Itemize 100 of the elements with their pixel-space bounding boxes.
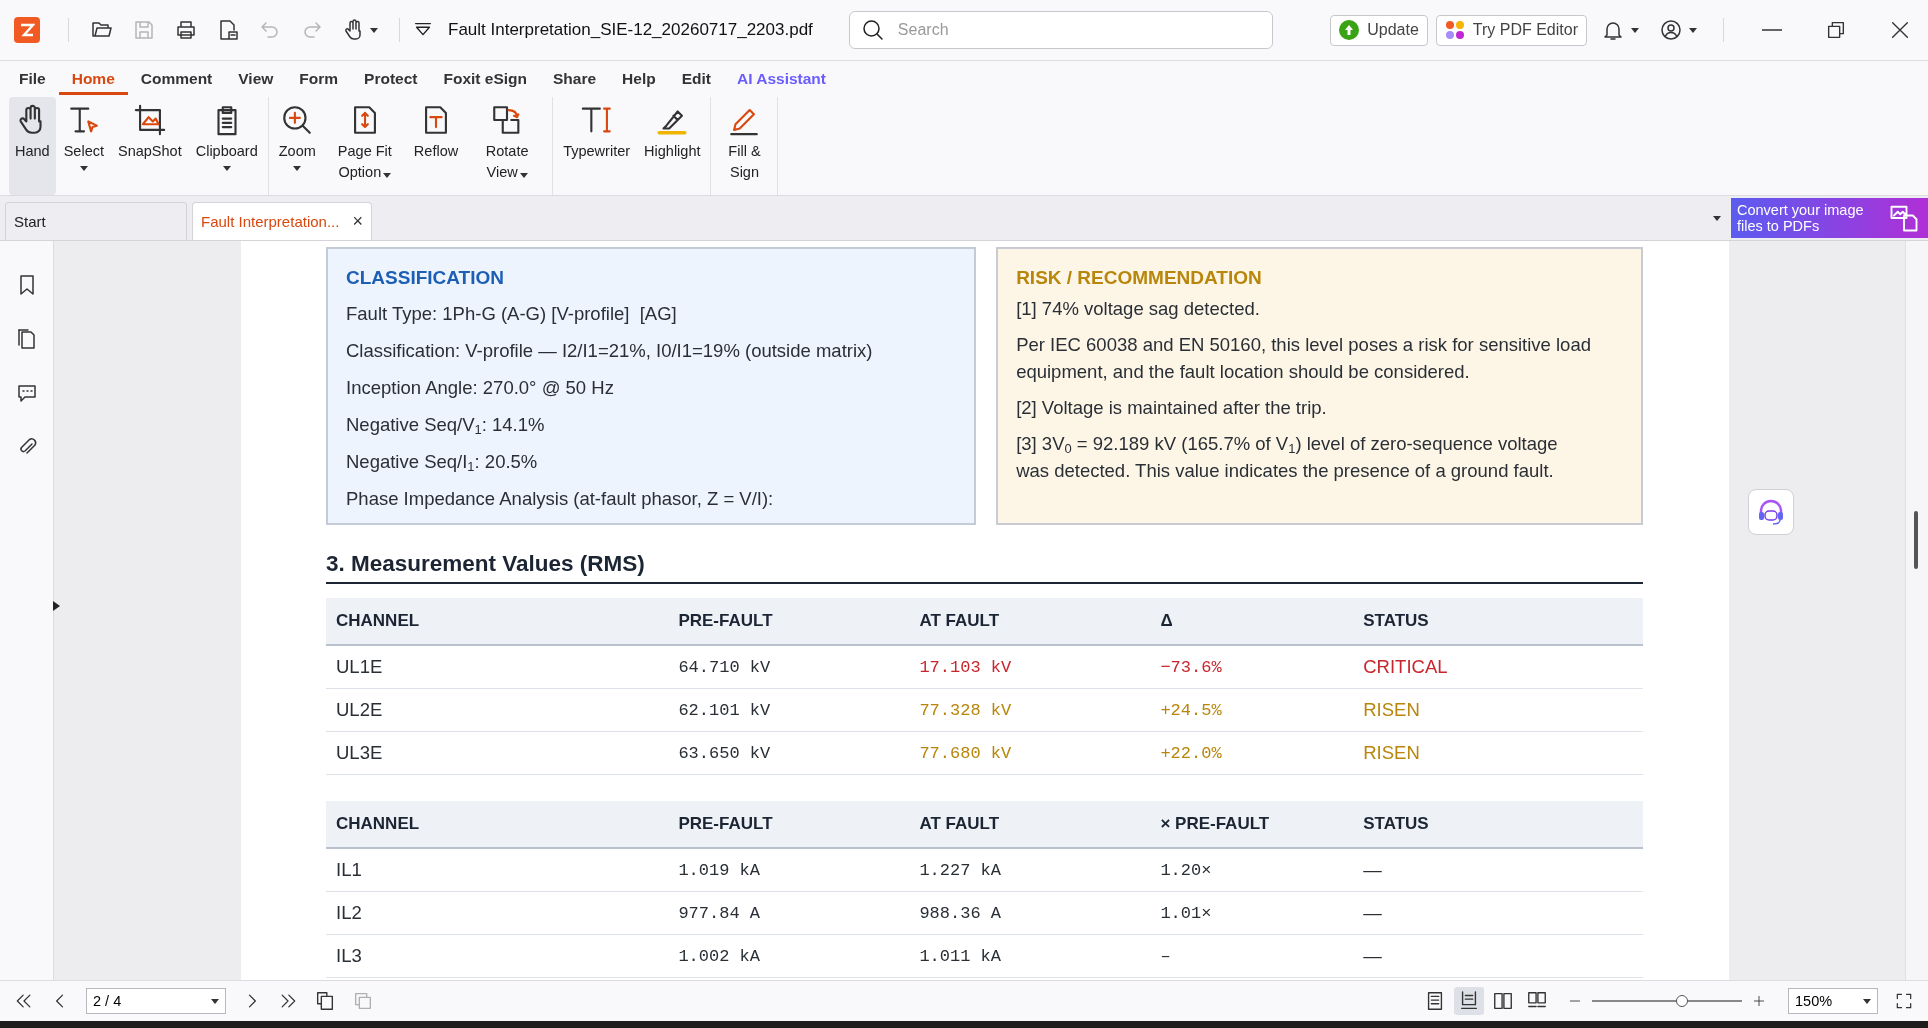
table-cell: RISEN [1353, 731, 1643, 775]
document-tab[interactable]: Fault Interpretation... × [192, 202, 372, 240]
recommendation-text: [3] 3V$_{0}$ = 92.189 kV (165.7% of V$_{1}$) level of zero-sequence voltage was detected. This value indicates the presence of a ground fault. [1016, 432, 1559, 483]
tiles-icon [1444, 20, 1465, 40]
table-cell: — [1353, 891, 1643, 935]
menu-tab[interactable]: Edit [668, 63, 724, 95]
print-icon [174, 18, 198, 42]
snapshot-icon [132, 103, 167, 137]
table-cell: CRITICAL [1353, 645, 1643, 689]
app-logo-icon[interactable] [14, 17, 40, 43]
menu-tab[interactable]: Help [609, 63, 669, 95]
menu-tab[interactable]: Form [286, 63, 352, 95]
section-heading: 3. Measurement Values (RMS) [326, 551, 1643, 584]
fullscreen-icon [1894, 991, 1914, 1011]
panel-title: RISK / RECOMMENDATION [1016, 267, 1263, 289]
classification-line: Inception Angle: 270.0° @ 50 Hz [346, 376, 615, 400]
restore-icon [1825, 19, 1847, 41]
menu-tab[interactable]: Protect [351, 63, 431, 95]
menu-tab[interactable]: View [225, 63, 287, 95]
table-cell: 62.101 kV [668, 688, 910, 732]
search-icon [860, 18, 885, 42]
view-mode-button[interactable] [1454, 987, 1484, 1015]
table-cell: −73.6% [1150, 645, 1354, 689]
table-cell: 1.011 kA [909, 934, 1151, 978]
menu-tab[interactable]: Share [540, 63, 610, 95]
menu-tab[interactable]: Home [58, 63, 128, 95]
plus-icon [1752, 994, 1766, 1008]
ribbon-button[interactable]: Select [57, 97, 110, 195]
column-header: PRE-FAULT [668, 598, 910, 645]
column-header: AT FAULT [909, 801, 1151, 848]
classification-line: Negative Seq/I$_{1}$: 20.5% [346, 450, 539, 477]
recommendation-text: Per IEC 60038 and EN 50160, this level poses a risk for sensitive load equipment, and the fault location should be considered. [1016, 333, 1592, 384]
column-header: PRE-FAULT [668, 801, 910, 848]
pages-icon [352, 990, 374, 1012]
ribbon-button[interactable]: Reflow [407, 97, 465, 195]
menu-tab[interactable]: AI Assistant [724, 63, 839, 95]
table-cell: UL1E [326, 645, 669, 689]
promo-banner[interactable]: Convert your image files to PDFs [1731, 198, 1928, 238]
menu-tab[interactable]: Comment [127, 63, 226, 95]
classification-line: Phase Impedance Analysis (at-fault phasor, Z = V/I): [346, 487, 775, 511]
caret-icon [211, 999, 219, 1004]
column-header: AT FAULT [909, 598, 1151, 645]
document-tab[interactable]: Start [5, 202, 187, 240]
recommendation-text: [1] 74% voltage sag detected. [1016, 297, 1261, 321]
page-number-field[interactable]: 2 / 4 [86, 988, 226, 1014]
column-header: CHANNEL [326, 598, 669, 645]
ribbon-button[interactable]: SnapShot [112, 97, 188, 195]
table-cell: 988.36 A [909, 891, 1151, 935]
recommendation-text: [2] Voltage is maintained after the trip. [1016, 396, 1328, 420]
classification-line: Negative Seq/V$_{1}$: 14.1% [346, 413, 546, 440]
menu-tab[interactable]: File [6, 63, 59, 95]
table-cell: 1.019 kA [668, 848, 910, 892]
ribbon-button[interactable]: Highlight [638, 97, 707, 195]
save-icon [132, 18, 156, 42]
ribbon-button[interactable]: Clipboard [189, 97, 264, 195]
column-header: Δ [1150, 598, 1354, 645]
table-cell: 77.680 kV [909, 731, 1151, 775]
table-cell: UL2E [326, 688, 669, 732]
upload-icon [1339, 20, 1360, 40]
table-cell: 1.20× [1150, 848, 1354, 892]
ribbon-button[interactable]: Zoom [272, 97, 322, 195]
table-cell: 977.84 A [668, 891, 910, 935]
user-icon [1659, 18, 1683, 42]
zoom-field[interactable]: 150% [1788, 988, 1878, 1014]
column-header: STATUS [1353, 598, 1643, 645]
column-header: × PRE-FAULT [1150, 801, 1354, 848]
classification-line: Classification: V-profile — I2/I1=21%, I0/I1=19% (outside matrix) [346, 339, 874, 363]
classification-line: Fault Type: 1Ph-G (A-G) [V-profile] [AG] [346, 302, 678, 326]
table-cell: 63.650 kV [668, 731, 910, 775]
two-page-icon [1492, 990, 1514, 1012]
caret-icon [1631, 27, 1639, 33]
table-cell: IL2 [326, 891, 669, 935]
minimize-icon [1762, 29, 1782, 31]
ai-assistant-button[interactable] [1748, 489, 1794, 535]
menu-tab[interactable]: Foxit eSign [430, 63, 540, 95]
caret-icon [1689, 27, 1697, 33]
headset-icon [1756, 497, 1786, 527]
editor-button[interactable]: Try PDF Editor [1435, 14, 1587, 46]
ribbon-button[interactable]: Page Fit Option [323, 97, 406, 195]
ribbon-button[interactable]: Rotate View [466, 97, 549, 195]
close-tab-button[interactable]: × [352, 211, 363, 232]
ribbon-button[interactable]: Hand [9, 97, 56, 195]
table-cell: 1.227 kA [909, 848, 1151, 892]
caret-icon [370, 27, 378, 33]
table-cell: – [1150, 934, 1354, 978]
table-cell: +24.5% [1150, 688, 1354, 732]
table-cell: — [1353, 934, 1643, 978]
table-cell: 1.01× [1150, 891, 1354, 935]
ribbon-button[interactable]: Typewriter [557, 97, 637, 195]
table-cell: IL3 [326, 934, 669, 978]
panel-title: CLASSIFICATION [346, 267, 505, 289]
search-field[interactable]: Search [848, 11, 1273, 49]
scrollbar-thumb[interactable] [1914, 511, 1918, 569]
zoom-slider-thumb[interactable] [1676, 995, 1688, 1007]
table-cell: UL3E [326, 731, 669, 775]
table-cell: 64.710 kV [668, 645, 910, 689]
column-header: STATUS [1353, 801, 1643, 848]
table-cell: RISEN [1353, 688, 1643, 732]
update-button[interactable]: Update [1330, 14, 1428, 46]
ribbon-button[interactable]: Fill & Sign [715, 97, 774, 195]
